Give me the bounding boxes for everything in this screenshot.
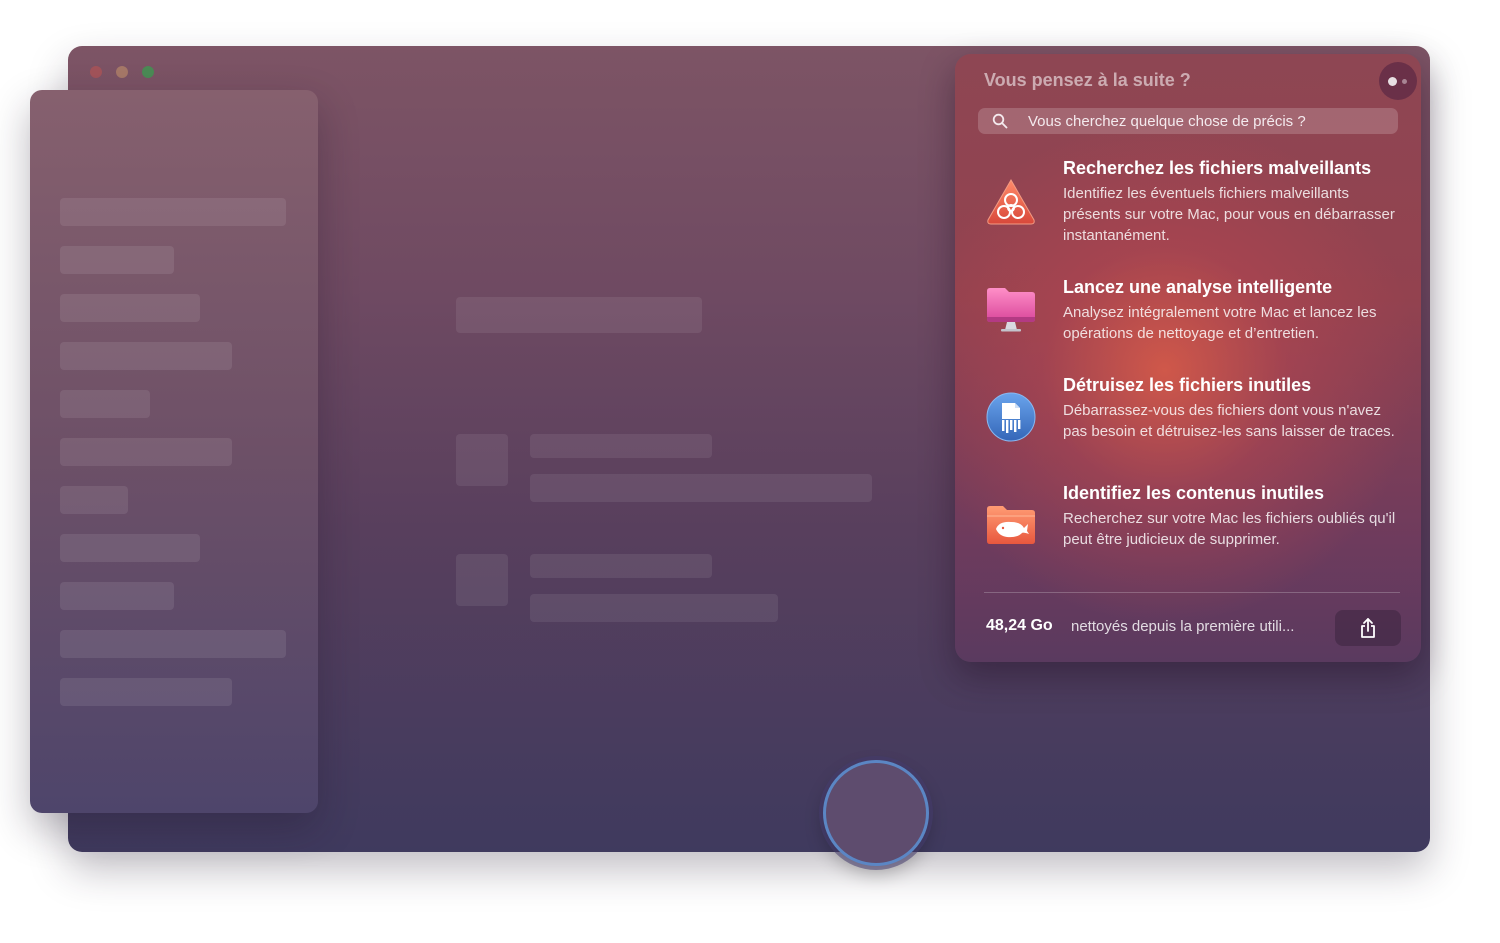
action-description: Analysez intégralement votre Mac et lanc… <box>1063 304 1377 342</box>
share-icon <box>1361 618 1375 638</box>
scan-button[interactable] <box>823 760 929 866</box>
zoom-window-button[interactable] <box>142 66 154 78</box>
action-title: Lancez une analyse intelligente <box>1063 277 1333 297</box>
action-item-malware[interactable]: Recherchez les fichiers malveillants Ide… <box>955 158 1421 248</box>
minimize-window-button[interactable] <box>116 66 128 78</box>
action-title: Recherchez les fichiers malveillants <box>1063 158 1372 178</box>
biohazard-icon <box>987 178 1035 225</box>
whale-folder-icon <box>987 506 1035 544</box>
sidebar-item-placeholder[interactable] <box>60 390 150 418</box>
content-line-placeholder <box>530 594 778 622</box>
content-line-placeholder <box>530 554 712 578</box>
sidebar-item-placeholder[interactable] <box>60 582 174 610</box>
search-input[interactable] <box>1028 108 1388 134</box>
action-title: Identifiez les contenus inutiles <box>1063 483 1325 503</box>
panel-title: Vous pensez à la suite ? <box>984 70 1191 90</box>
action-item-smart-scan[interactable]: Lancez une analyse intelligente Analysez… <box>955 277 1421 347</box>
sidebar-item-placeholder[interactable] <box>60 678 232 706</box>
action-title: Détruisez les fichiers inutiles <box>1063 375 1312 395</box>
cleaned-amount: 48,24 Go <box>986 617 1053 634</box>
action-description: Débarrassez-vous des fichiers dont vous … <box>1063 402 1395 440</box>
sidebar-item-placeholder[interactable] <box>60 246 174 274</box>
sidebar <box>30 90 318 813</box>
content-title-placeholder <box>456 297 702 333</box>
close-window-button[interactable] <box>90 66 102 78</box>
assistant-panel: Vous pensez à la suite ? Recherchez les … <box>955 54 1421 662</box>
shredder-icon <box>986 392 1036 442</box>
sidebar-item-placeholder[interactable] <box>60 630 286 658</box>
sidebar-item-placeholder[interactable] <box>60 438 232 466</box>
content-line-placeholder <box>530 474 872 502</box>
content-line-placeholder <box>530 434 712 458</box>
action-description: Recherchez sur votre Mac les fichiers ou… <box>1063 510 1396 548</box>
share-button[interactable] <box>1335 610 1401 646</box>
action-item-large-files[interactable]: Identifiez les contenus inutiles Recherc… <box>955 483 1421 573</box>
search-field[interactable] <box>978 108 1398 134</box>
sidebar-item-placeholder[interactable] <box>60 486 128 514</box>
content-icon-placeholder <box>456 434 508 486</box>
sidebar-item-placeholder[interactable] <box>60 294 200 322</box>
search-icon <box>992 113 1008 129</box>
sidebar-item-placeholder[interactable] <box>60 534 200 562</box>
sidebar-item-placeholder[interactable] <box>60 198 286 226</box>
divider <box>984 592 1400 593</box>
imac-icon <box>987 288 1035 332</box>
sidebar-item-placeholder[interactable] <box>60 342 232 370</box>
content-icon-placeholder <box>456 554 508 606</box>
action-item-shredder[interactable]: Détruisez les fichiers inutiles Débarras… <box>955 375 1421 465</box>
cleaned-summary: nettoyés depuis la première utili... <box>1071 618 1295 635</box>
assistant-avatar-icon[interactable] <box>1379 62 1417 100</box>
action-description: Identifiez les éventuels fichiers malvei… <box>1063 185 1395 244</box>
window-controls <box>90 66 154 78</box>
